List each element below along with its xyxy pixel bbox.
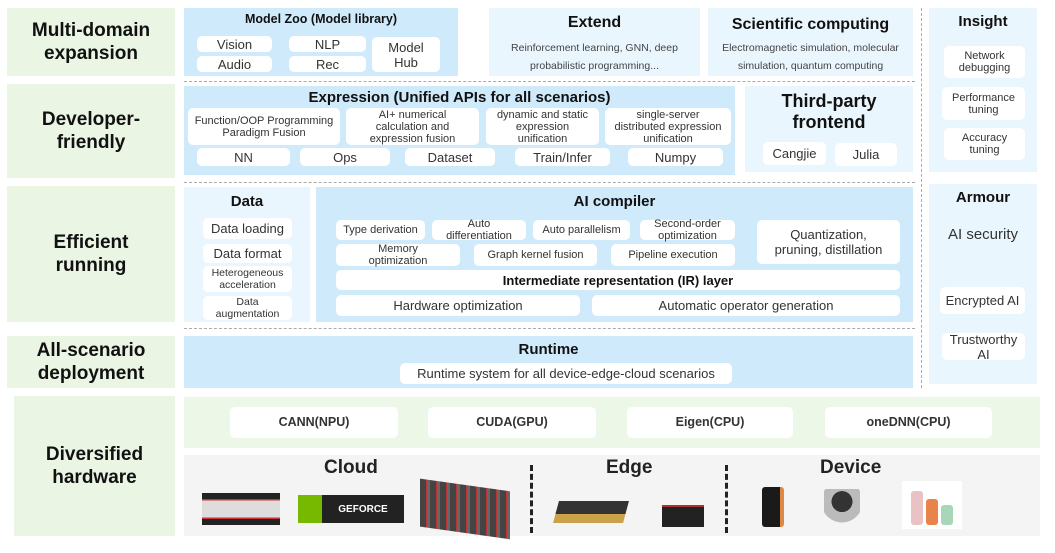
expression-feature: single-server distributed expression uni…	[605, 108, 731, 145]
network-debugging: Network debugging	[944, 46, 1025, 78]
device-label: Device	[820, 457, 882, 478]
automatic-operator-generation: Automatic operator generation	[592, 295, 900, 316]
ir-layer: Intermediate representation (IR) layer	[336, 270, 900, 290]
second-order-optimization: Second-order optimization	[640, 218, 735, 242]
quantization: Quantization, pruning, distillation	[757, 220, 900, 264]
accuracy-tuning: Accuracy tuning	[944, 128, 1025, 160]
type-derivation: Type derivation	[336, 220, 425, 240]
watch-band-icon	[911, 491, 923, 525]
backend-cann: CANN(NPU)	[230, 407, 398, 438]
layer-multi-domain: Multi-domain expansion	[7, 8, 175, 76]
extend-panel: Extend Reinforcement learning, GNN, deep…	[489, 8, 700, 76]
data-loading: Data loading	[203, 218, 292, 239]
data-format: Data format	[203, 244, 292, 263]
scientific-desc: Electromagnetic simulation, molecular si…	[722, 42, 899, 72]
model-hub: Model Hub	[372, 37, 440, 72]
model-rec: Rec	[289, 56, 366, 72]
module-train-infer: Train/Infer	[515, 148, 610, 166]
extend-title: Extend	[567, 14, 622, 31]
data-panel: Data Data loading Data format Heterogene…	[184, 187, 310, 322]
frontend-cangjie: Cangjie	[763, 142, 826, 165]
smartphone-image	[762, 487, 784, 527]
insight-title: Insight	[958, 13, 1008, 30]
data-title: Data	[230, 193, 264, 210]
edge-router-image	[662, 505, 704, 527]
ai-security: AI security	[947, 226, 1019, 243]
third-party-panel: Third-party frontend Cangjie Julia	[745, 86, 913, 172]
hardware-optimization: Hardware optimization	[336, 295, 580, 316]
backend-eigen: Eigen(CPU)	[627, 407, 793, 438]
encrypted-ai: Encrypted AI	[940, 287, 1025, 314]
pipeline-execution: Pipeline execution	[611, 244, 735, 266]
watch-band-icon	[941, 505, 953, 525]
edge-module-image	[553, 501, 629, 523]
model-zoo-title: Model Zoo (Model library)	[244, 12, 398, 26]
divider	[921, 8, 922, 388]
backend-onednn: oneDNN(CPU)	[825, 407, 992, 438]
expression-feature: Function/OOP Programming Paradigm Fusion	[188, 108, 340, 145]
module-nn: NN	[197, 148, 290, 166]
auto-parallelism: Auto parallelism	[533, 220, 630, 240]
layer-hardware: Diversified hardware	[14, 396, 175, 536]
layer-efficient-running: Efficient running	[7, 186, 175, 322]
extend-desc: Reinforcement learning, GNN, deep probab…	[511, 42, 678, 72]
smartwatch-image	[902, 481, 962, 529]
layer-developer-friendly: Developer-friendly	[7, 84, 175, 178]
model-vision: Vision	[197, 36, 272, 52]
armour-title: Armour	[955, 189, 1011, 206]
model-zoo-panel: Model Zoo (Model library) Vision NLP Aud…	[184, 8, 458, 76]
expression-feature: dynamic and static expression unificatio…	[486, 108, 599, 145]
backends-panel: CANN(NPU) CUDA(GPU) Eigen(CPU) oneDNN(CP…	[184, 397, 1040, 448]
memory-optimization: Memory optimization	[336, 243, 460, 267]
expression-panel: Expression (Unified APIs for all scenari…	[184, 86, 735, 175]
geforce-logo-image: GEFORCE	[298, 495, 404, 523]
cloud-label: Cloud	[324, 457, 378, 478]
module-numpy: Numpy	[628, 148, 723, 166]
ai-compiler-title: AI compiler	[573, 193, 656, 210]
scientific-title: Scientific computing	[731, 16, 890, 33]
divider	[530, 465, 533, 533]
divider	[725, 465, 728, 533]
expression-title: Expression (Unified APIs for all scenari…	[308, 89, 611, 106]
third-party-title: Third-party frontend	[781, 91, 877, 132]
runtime-system: Runtime system for all device-edge-cloud…	[400, 363, 732, 384]
auto-differentiation: Auto differentiation	[432, 218, 526, 242]
watch-band-icon	[926, 499, 938, 525]
backend-cuda: CUDA(GPU)	[428, 407, 596, 438]
performance-tuning: Performance tuning	[942, 87, 1025, 120]
divider	[184, 328, 915, 329]
insight-panel: Insight Network debugging Performance tu…	[929, 8, 1037, 172]
edge-label: Edge	[606, 457, 653, 478]
module-ops: Ops	[300, 148, 390, 166]
model-audio: Audio	[197, 56, 272, 72]
runtime-title: Runtime	[518, 341, 579, 358]
npu-card-image	[202, 493, 280, 525]
model-nlp: NLP	[289, 36, 366, 52]
trustworthy-ai: Trustworthy AI	[942, 332, 1025, 362]
server-rack-image	[420, 478, 510, 540]
ai-compiler-panel: AI compiler Type derivation Auto differe…	[316, 187, 913, 322]
scientific-panel: Scientific computing Electromagnetic sim…	[708, 8, 913, 76]
armour-panel: Armour AI security Encrypted AI Trustwor…	[929, 184, 1037, 384]
divider	[184, 81, 915, 82]
data-heterogeneous: Heterogeneous acceleration	[203, 266, 292, 292]
earbuds-image	[824, 489, 860, 525]
divider	[184, 182, 915, 183]
layer-all-scenario: All-scenario deployment	[7, 336, 175, 388]
hardware-panel: Cloud Edge Device GEFORCE	[184, 455, 1040, 540]
data-augmentation: Data augmentation	[203, 296, 292, 320]
graph-kernel-fusion: Graph kernel fusion	[474, 244, 597, 266]
runtime-panel: Runtime Runtime system for all device-ed…	[184, 336, 913, 388]
module-dataset: Dataset	[405, 148, 495, 166]
frontend-julia: Julia	[835, 143, 897, 166]
expression-feature: AI+ numerical calculation and expression…	[346, 108, 479, 145]
